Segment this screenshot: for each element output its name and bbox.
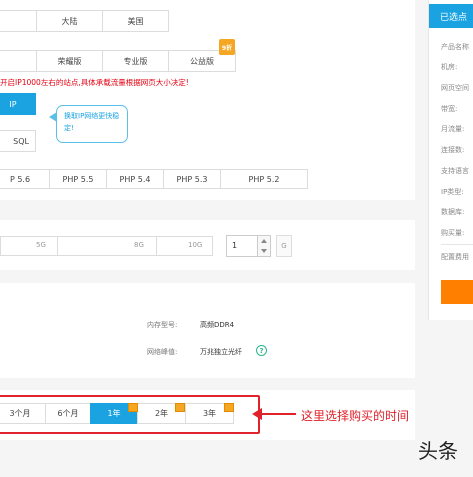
duration-option-6m[interactable]: 6个月 [45,403,91,424]
disk-tick-10g: 10G [188,241,203,249]
annotation-text: 这里选择购买的时间 [301,409,410,423]
region-option-3[interactable]: 美国 [102,10,169,32]
sidebar-row-product: 产品名称 [441,43,469,51]
php-option-1[interactable]: P 5.6 [0,169,50,189]
sidebar-row-quantity: 购买量: [441,229,465,237]
buy-now-button[interactable] [441,280,473,304]
disk-tick-8g: 8G [134,241,144,249]
sidebar-config-fee: 配置费用 [441,253,469,261]
memory-label: 内存型号: [147,321,178,329]
edition-option-3[interactable]: 专业版 [102,50,169,72]
ip-tooltip: 换取IP网络更快稳定! [56,105,128,143]
bandwidth-label: 网络峰值: [147,348,178,356]
quantity-stepper[interactable] [257,235,271,257]
sidebar-row-language: 支持语言 [441,167,469,175]
annotation-arrow-icon [252,408,296,420]
php-option-3[interactable]: PHP 5.4 [106,169,164,189]
disk-unit: G [276,235,292,257]
ip-tooltip-pointer [49,112,57,122]
sidebar-row-space: 网页空间 [441,84,469,92]
bandwidth-value: 万兆独立光纤 [200,348,242,356]
order-summary-sidebar: 已选点 产品名称 机房: 网页空间 带宽: 月流量: 连接数: 支持语言 IP类… [428,0,473,320]
region-option-1[interactable] [0,10,37,32]
discount-badge: 9折 [219,39,235,55]
toutiao-watermark: 头条 [418,439,458,463]
help-icon[interactable]: ? [256,345,267,356]
php-option-5[interactable]: PHP 5.2 [220,169,308,189]
config-panel-spec [0,283,415,378]
edition-option-1[interactable] [0,50,37,72]
promo-tag-icon [128,403,138,412]
disk-tick-5g: 5G [36,241,46,249]
memory-value: 高频DDR4 [200,321,235,329]
duration-option-3m[interactable]: 3个月 [0,403,46,424]
edition-option-2[interactable]: 荣耀版 [36,50,103,72]
db-option[interactable]: SQL [0,130,36,152]
php-option-4[interactable]: PHP 5.3 [163,169,221,189]
ip-button[interactable]: IP [0,93,36,115]
region-option-2[interactable]: 大陆 [36,10,103,32]
promo-tag-icon [224,403,234,412]
sidebar-row-bandwidth: 带宽: [441,105,458,113]
sidebar-row-connections: 连接数: [441,146,465,154]
disk-slider-divider-2 [156,236,157,256]
stepper-up-icon[interactable] [261,239,267,243]
sidebar-header: 已选点 [429,4,473,28]
sidebar-row-ip-type: IP类型: [441,188,464,196]
stepper-down-icon[interactable] [261,249,267,253]
php-option-2[interactable]: PHP 5.5 [49,169,107,189]
edition-notice: 开启IP1000左右的站点,具体承载流量根据网页大小决定! [0,78,189,87]
disk-slider-divider-1 [57,236,58,256]
promo-tag-icon [175,403,185,412]
sidebar-row-database: 数据库: [441,208,465,216]
disk-quantity-input[interactable]: 1 [226,235,258,257]
sidebar-row-traffic: 月流量: [441,125,465,133]
sidebar-divider [441,244,473,245]
disk-slider-track[interactable] [0,236,213,256]
sidebar-row-room: 机房: [441,63,458,71]
